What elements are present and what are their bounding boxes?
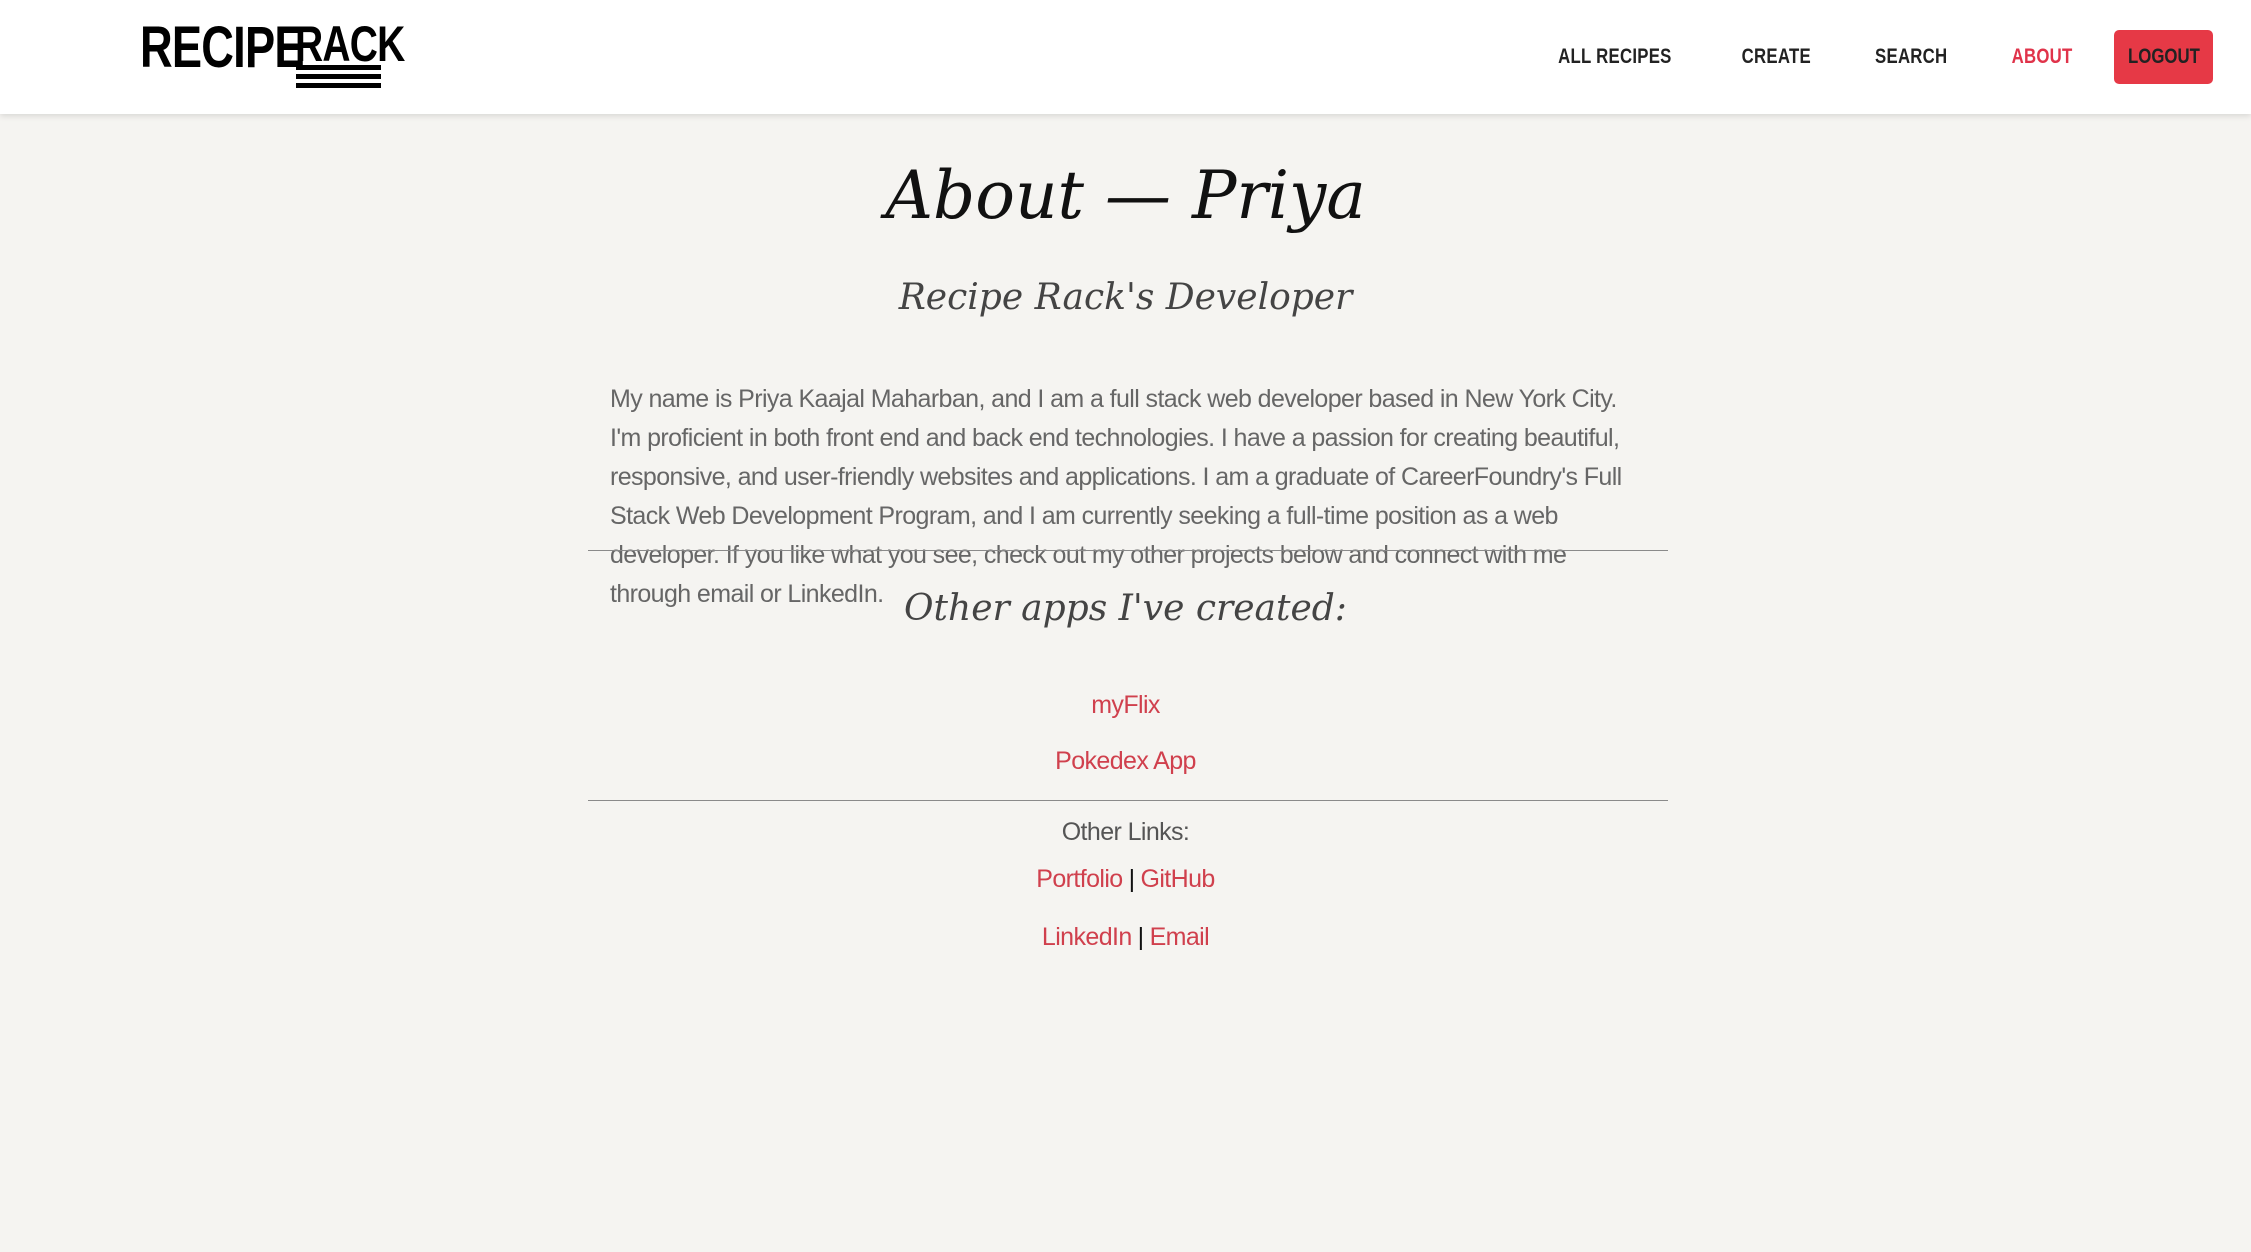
app-link-pokedex[interactable]: Pokedex App [0, 744, 2251, 778]
logout-label: LOGOUT [2127, 45, 2200, 68]
logout-button[interactable]: LOGOUT [2114, 30, 2213, 84]
nav-create[interactable]: CREATE [1741, 45, 1810, 69]
divider [588, 800, 1668, 801]
portfolio-link[interactable]: Portfolio [1036, 865, 1123, 893]
nav-search[interactable]: SEARCH [1875, 45, 1947, 69]
linkedin-link[interactable]: LinkedIn [1042, 923, 1132, 951]
nav-all-recipes[interactable]: ALL RECIPES [1558, 45, 1671, 69]
link-separator: | [1128, 865, 1135, 893]
app-link-myflix[interactable]: myFlix [0, 688, 2251, 722]
divider [588, 550, 1668, 551]
other-links-label: Other Links: [1061, 818, 1190, 846]
brand-word-rack: RACK [295, 16, 405, 72]
github-link[interactable]: GitHub [1141, 865, 1216, 893]
page-subtitle: Recipe Rack's Developer [898, 277, 1353, 318]
link-separator: | [1137, 923, 1144, 951]
nav-links: ALL RECIPES CREATE SEARCH ABOUT LOGOUT [1497, 30, 2213, 84]
apps-heading: Other apps I've created: [904, 588, 1347, 629]
links-row-linkedin-email: LinkedIn | Email [0, 920, 2251, 954]
links-row-portfolio-github: Portfolio | GitHub [0, 862, 2251, 896]
navbar: RECIPE RACK ALL RECIPES CREATE SEARCH AB… [0, 0, 2251, 114]
brand-logo[interactable]: RECIPE RACK [140, 15, 405, 93]
brand-word-recipe: RECIPE [140, 15, 305, 80]
page-title: About — Priya [885, 157, 1366, 234]
nav-about[interactable]: ABOUT [2011, 45, 2072, 69]
brand-rack-block: RACK [295, 17, 435, 71]
email-link[interactable]: Email [1150, 923, 1210, 951]
brand-stripes-icon [296, 65, 381, 92]
bio-paragraph: My name is Priya Kaajal Maharban, and I … [610, 385, 1622, 608]
